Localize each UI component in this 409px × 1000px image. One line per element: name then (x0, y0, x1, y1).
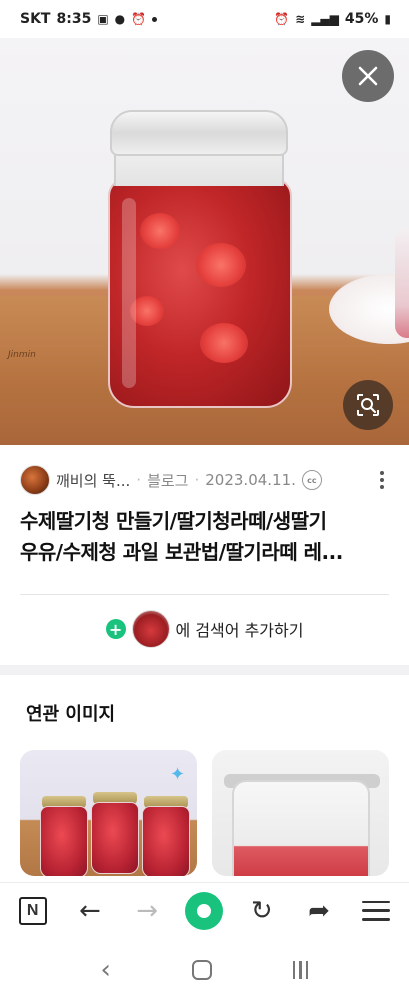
signal-icon: ▂▄▆ (311, 12, 339, 26)
section-gap (0, 665, 409, 675)
notification-dot-icon (152, 16, 158, 22)
battery-percent: 45% (344, 11, 379, 27)
alarm-status-icon: ⏰ (274, 12, 290, 26)
menu-button[interactable] (354, 889, 398, 933)
mini-jar (91, 802, 139, 874)
hero-image[interactable]: Jinmin (0, 38, 409, 445)
system-navigation-bar: ‹ (0, 940, 409, 1000)
image-search-button[interactable] (343, 380, 393, 430)
jar-rim (110, 110, 288, 156)
separator: · (136, 471, 142, 489)
post-meta: 깨비의 뚝... · 블로그 · 2023.04.11. cc (20, 463, 392, 497)
add-search-label: 에 검색어 추가하기 (175, 621, 304, 640)
system-home-button[interactable] (191, 960, 212, 980)
gallery-icon: ▣ (97, 12, 109, 26)
dot-icon (380, 478, 384, 482)
strawberry-slice (200, 323, 248, 363)
board-brand-text: Jinmin (8, 350, 36, 360)
author-avatar[interactable] (20, 465, 50, 495)
clock: 8:35 (56, 11, 92, 27)
separator: · (194, 471, 200, 489)
source-label[interactable]: 블로그 (147, 470, 188, 491)
system-back-button[interactable]: ‹ (101, 955, 111, 985)
more-options-button[interactable] (372, 467, 392, 493)
glass-jar (232, 780, 370, 876)
naver-home-button[interactable]: N (11, 889, 55, 933)
reload-icon: ↻ (250, 895, 273, 926)
arrow-left-icon: ← (79, 895, 101, 926)
glass (395, 228, 409, 338)
post-date: 2023.04.11. (205, 471, 296, 489)
wifi-icon: ≋ (295, 12, 306, 26)
sparkle-icon: ✦ (170, 764, 186, 785)
related-image-card[interactable] (212, 750, 389, 876)
author-name[interactable]: 깨비의 뚝... (56, 470, 130, 491)
green-dot-button[interactable] (182, 889, 226, 933)
n-logo-icon: N (18, 896, 47, 925)
share-icon: ➦ (308, 895, 330, 926)
divider (20, 594, 389, 595)
mini-jar (142, 806, 190, 876)
strawberry-slice (196, 243, 246, 287)
battery-icon: ▮ (384, 12, 391, 26)
image-search-icon (357, 394, 379, 416)
alarm-icon: ⏰ (131, 12, 147, 26)
keyword-thumbnail (131, 610, 170, 648)
post-title-line: 우유/수제청 과일 보관법/딸기라떼 레... (20, 540, 343, 564)
share-button[interactable]: ➦ (297, 889, 341, 933)
status-right: ⏰ ≋ ▂▄▆ 45% ▮ (274, 11, 391, 27)
close-icon (358, 66, 378, 86)
mini-jar (40, 806, 88, 876)
add-search-keyword-button[interactable]: + 에 검색어 추가하기 (0, 606, 409, 652)
close-button[interactable] (342, 50, 394, 102)
plus-icon: + (105, 619, 126, 639)
reload-button[interactable]: ↻ (240, 889, 284, 933)
status-bar: SKT 8:35 ▣ ● ⏰ ⏰ ≋ ▂▄▆ 45% ▮ (0, 0, 409, 38)
jar-shine (122, 198, 136, 388)
system-recents-button[interactable] (292, 961, 309, 979)
back-button[interactable]: ← (68, 889, 112, 933)
related-images-title: 연관 이미지 (26, 704, 116, 725)
cc-license-icon: cc (301, 470, 322, 490)
hamburger-icon (362, 900, 391, 921)
dot-icon (380, 485, 384, 489)
status-left: SKT 8:35 ▣ ● ⏰ (20, 11, 158, 27)
arrow-right-icon: → (136, 895, 159, 926)
post-title[interactable]: 수제딸기청 만들기/딸기청라떼/생딸기 우유/수제청 과일 보관법/딸기라떼 레… (20, 506, 392, 568)
talk-icon: ● (114, 12, 126, 26)
browser-toolbar: N ← → ↻ ➦ (0, 882, 409, 938)
green-dot-icon (185, 891, 224, 930)
post-title-line: 수제딸기청 만들기/딸기청라떼/생딸기 (20, 509, 327, 533)
strawberry-slice (140, 213, 180, 249)
related-image-card[interactable]: ✦ (20, 750, 197, 876)
forward-button[interactable]: → (125, 889, 169, 933)
carrier-label: SKT (20, 11, 51, 27)
dot-icon (380, 471, 384, 475)
